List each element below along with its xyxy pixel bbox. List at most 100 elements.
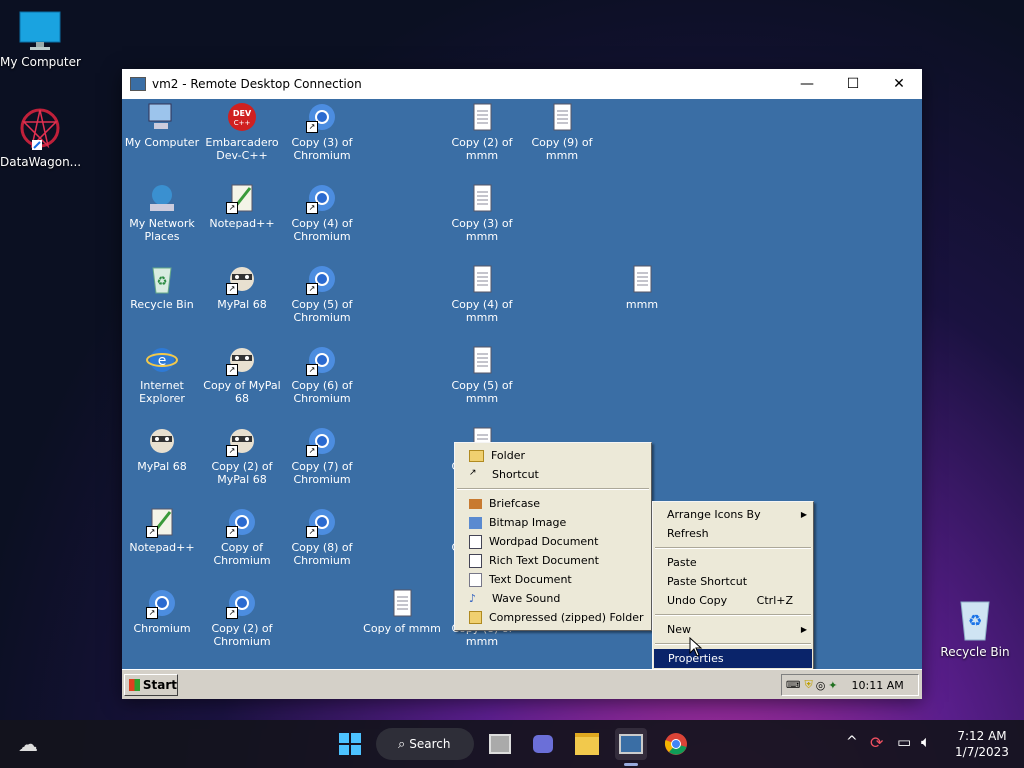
xp-desktop-icon[interactable]: ↗ Copy (8) of Chromium — [282, 506, 362, 567]
xp-desktop-icon[interactable]: ↗ Copy of Chromium — [202, 506, 282, 567]
remote-desktop-taskbar-button[interactable] — [615, 728, 647, 760]
menu-item-label: Shortcut — [492, 468, 539, 481]
xp-desktop-icon[interactable]: ↗ Copy of MyPal 68 — [202, 344, 282, 405]
xp-desktop-icon[interactable]: DEV C++ Embarcadero Dev-C++ — [202, 101, 282, 162]
xp-desktop-icon[interactable]: ♻ Recycle Bin — [122, 263, 202, 311]
menu-item-label: Folder — [491, 449, 525, 462]
menu-item-label: Bitmap Image — [489, 516, 567, 529]
start-menu-button[interactable] — [334, 728, 366, 760]
chrome-icon — [664, 733, 687, 755]
close-button[interactable]: ✕ — [876, 69, 922, 99]
menu-item-label: Text Document — [489, 573, 572, 586]
xp-desktop-icon[interactable]: ↗ MyPal 68 — [202, 263, 282, 311]
rdp-app-icon — [130, 77, 146, 91]
security-shield-icon[interactable]: ⛨ — [804, 678, 812, 692]
menu-item-refresh[interactable]: Refresh — [653, 524, 813, 543]
xp-desktop-icon[interactable]: Copy (9) of mmm — [522, 101, 602, 162]
menu-item-text-document[interactable]: Text Document — [455, 570, 651, 589]
xp-desktop-icon[interactable]: ↗ Notepad++ — [202, 182, 282, 230]
rdp-title-bar[interactable]: vm2 - Remote Desktop Connection — ☐ ✕ — [122, 69, 922, 99]
menu-item-properties[interactable]: Properties — [654, 649, 812, 668]
mypal-icon: ↗ — [226, 263, 258, 295]
xp-desktop-icon[interactable]: ↗ Copy (4) of Chromium — [282, 182, 362, 243]
xp-desktop-icon[interactable]: ↗ Notepad++ — [122, 506, 202, 554]
xp-desktop-icon-label: MyPal 68 — [137, 460, 187, 473]
xp-desktop-icon[interactable]: ↗ Copy (5) of Chromium — [282, 263, 362, 324]
menu-item-wave-sound[interactable]: ♪ Wave Sound — [455, 589, 651, 608]
taskbar-date: 1/7/2023 — [955, 745, 1009, 759]
menu-item-rich-text-document[interactable]: Rich Text Document — [455, 551, 651, 570]
bitmap-icon — [469, 516, 482, 529]
shortcut-arrow-icon: ↗ — [306, 202, 318, 214]
menu-item-bitmap-image[interactable]: Bitmap Image — [455, 513, 651, 532]
chrome-button[interactable] — [660, 728, 692, 760]
xp-desktop-icon[interactable]: My Computer — [122, 101, 202, 149]
xp-desktop-icon[interactable]: ↗ Copy (3) of Chromium — [282, 101, 362, 162]
menu-item-new[interactable]: New ▶ — [653, 620, 813, 639]
menu-item-folder[interactable]: Folder — [455, 446, 651, 465]
xp-desktop-icon[interactable]: Copy (3) of mmm — [442, 182, 522, 243]
menu-item-compressed-folder[interactable]: Compressed (zipped) Folder — [455, 608, 651, 627]
display-icon[interactable]: ▭ — [897, 733, 911, 751]
host-icon-my-computer[interactable]: My Computer — [0, 10, 81, 69]
menu-item-label: Wordpad Document — [489, 535, 599, 548]
menu-item-paste-shortcut[interactable]: Paste Shortcut — [653, 572, 813, 591]
chromium-icon: ↗ — [226, 587, 258, 619]
xp-desktop-icon[interactable]: Copy (2) of mmm — [442, 101, 522, 162]
xp-desktop-icon[interactable]: Copy (4) of mmm — [442, 263, 522, 324]
folder-icon — [469, 449, 484, 462]
start-button[interactable]: Start — [124, 674, 178, 696]
maximize-button[interactable]: ☐ — [830, 69, 876, 99]
xp-desktop-icon-label: Copy (5) of Chromium — [291, 298, 353, 324]
xp-desktop-icon[interactable]: e Internet Explorer — [122, 344, 202, 405]
xp-desktop-icon[interactable]: ↗ Chromium — [122, 587, 202, 635]
text-document-icon — [469, 572, 482, 587]
shortcut-arrow-icon: ↗ — [306, 364, 318, 376]
menu-item-paste[interactable]: Paste — [653, 553, 813, 572]
show-hidden-icons-chevron-icon[interactable]: ^ — [846, 734, 858, 750]
xp-desktop-icon[interactable]: My Network Places — [122, 182, 202, 243]
clock-area[interactable]: 7:12 AM 1/7/2023 — [950, 728, 1014, 760]
tray-clock: 10:11 AM — [851, 678, 904, 692]
taskbar-search-box[interactable]: ⌕ Search — [376, 728, 474, 760]
computer-icon — [146, 101, 178, 133]
xp-desktop-icon-label: Notepad++ — [209, 217, 275, 230]
xp-desktop-icon[interactable]: Copy (5) of mmm — [442, 344, 522, 405]
xp-desktop-icon[interactable]: ↗ Copy (2) of Chromium — [202, 587, 282, 648]
menu-item-briefcase[interactable]: Briefcase — [455, 494, 651, 513]
volume-icon[interactable]: 🔈︎ — [921, 732, 931, 752]
xp-desktop-icon[interactable]: ↗ Copy (7) of Chromium — [282, 425, 362, 486]
host-icon-recycle-bin[interactable]: ♻ Recycle Bin — [935, 596, 1015, 659]
menu-item-shortcut[interactable]: ↗ Shortcut — [455, 465, 651, 484]
menu-item-undo-copy[interactable]: Undo Copy Ctrl+Z — [653, 591, 813, 610]
menu-separator — [457, 488, 649, 490]
active-app-indicator — [624, 763, 638, 766]
host-icon-datawagon[interactable]: DataWagon... — [0, 106, 81, 169]
shortcut-arrow-icon: ↗ — [306, 526, 318, 538]
wordpad-icon — [469, 534, 482, 549]
file-explorer-button[interactable] — [571, 728, 603, 760]
new-submenu: Folder ↗ Shortcut Briefcase Bitmap Image … — [454, 442, 652, 631]
xp-desktop-icon[interactable]: Copy of mmm — [362, 587, 442, 635]
menu-separator — [655, 643, 811, 645]
menu-item-wordpad-document[interactable]: Wordpad Document — [455, 532, 651, 551]
mypal-icon: ↗ — [226, 425, 258, 457]
text-file-icon — [466, 344, 498, 376]
antivirus-icon[interactable]: ✦ — [828, 679, 837, 692]
weather-widget[interactable]: ☁ — [12, 728, 44, 760]
xp-desktop-icon[interactable]: ↗ Copy (6) of Chromium — [282, 344, 362, 405]
datawagon-icon — [20, 108, 60, 150]
teams-chat-button[interactable] — [527, 728, 559, 760]
xp-desktop-icon[interactable]: ↗ Copy (2) of MyPal 68 — [202, 425, 282, 486]
xp-desktop-icon-label: Copy (6) of Chromium — [291, 379, 353, 405]
devcpp-icon: DEV C++ — [226, 101, 258, 133]
keyboard-icon[interactable]: ⌨ — [786, 680, 800, 691]
menu-item-arrange-icons[interactable]: Arrange Icons By ▶ — [653, 505, 813, 524]
network-tray-icon[interactable]: ◎ — [816, 679, 826, 692]
xp-desktop-icon[interactable]: MyPal 68 — [122, 425, 202, 473]
xp-desktop-icon[interactable]: mmm — [602, 263, 682, 311]
task-view-button[interactable] — [484, 728, 516, 760]
minimize-button[interactable]: — — [784, 69, 830, 99]
sync-icon[interactable]: ⟳ — [870, 733, 883, 752]
xp-desktop[interactable]: mmmCopy (9) of mmmCopy (8) of mmmCopy (7… — [122, 99, 922, 672]
